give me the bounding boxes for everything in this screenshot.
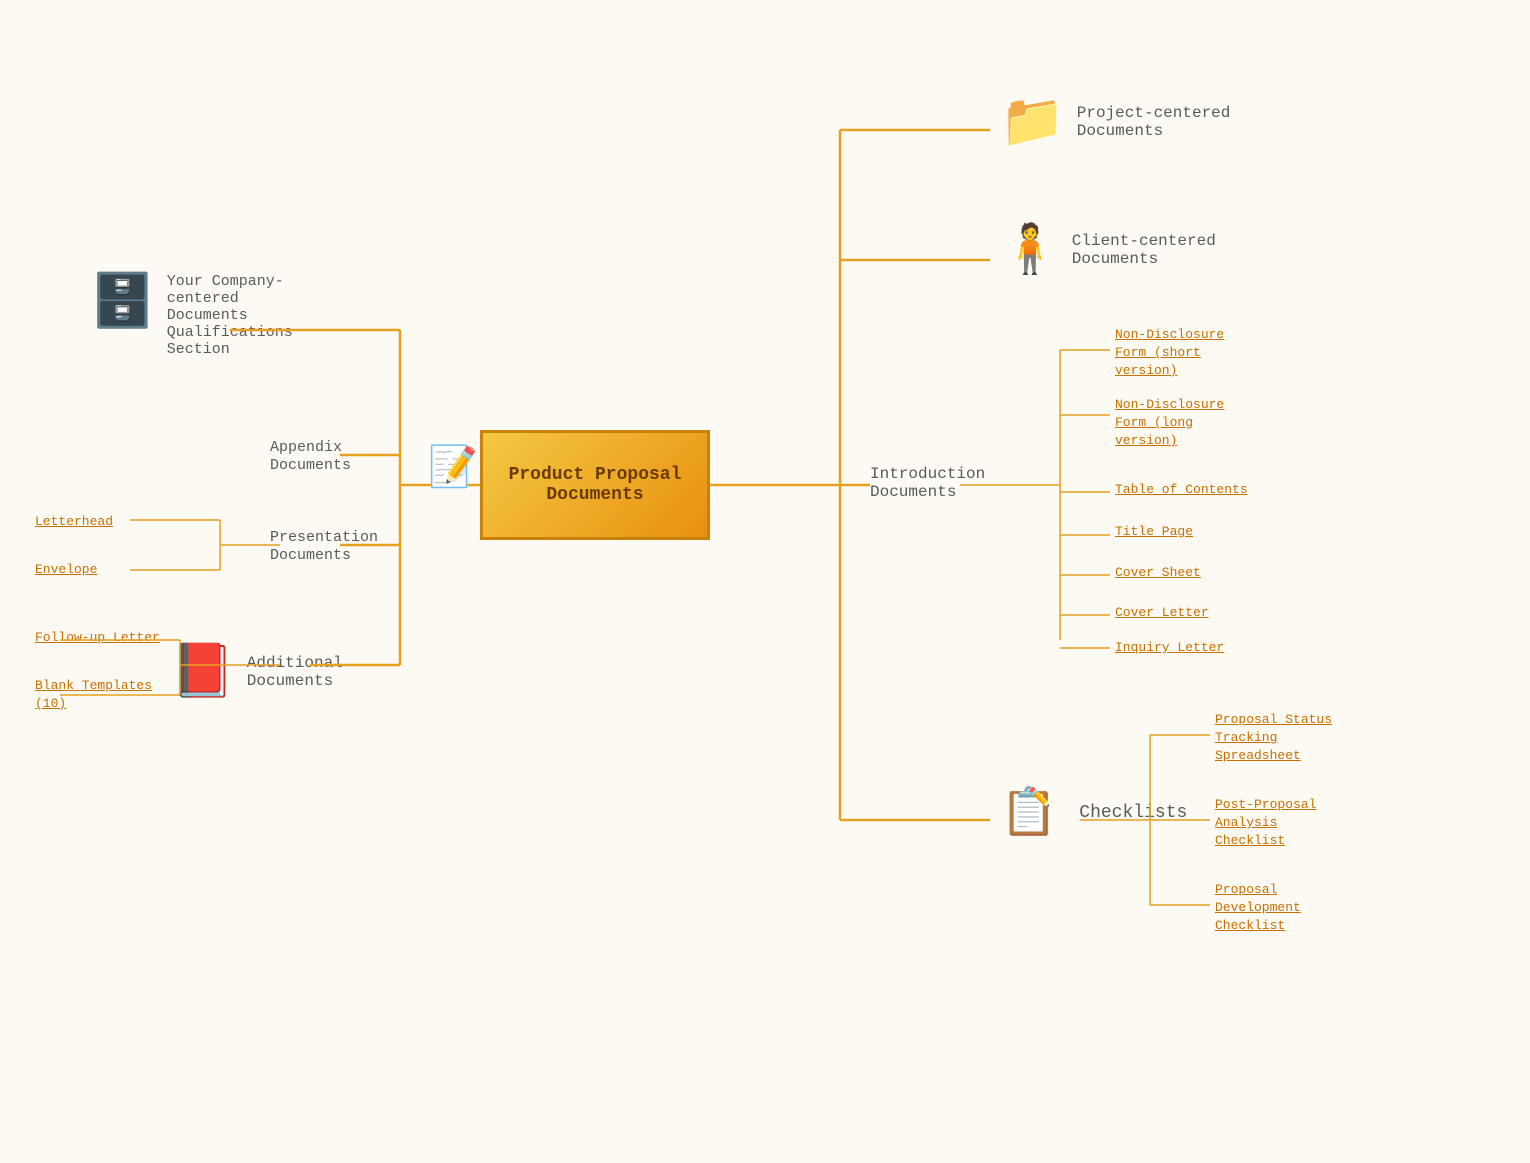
central-doc-icon: 📝 xyxy=(428,443,478,493)
diagram-container: 📝 Product Proposal Documents 📁 Project-c… xyxy=(0,0,1530,1163)
connector-lines xyxy=(0,0,1530,1163)
central-label: Product Proposal Documents xyxy=(509,465,682,505)
central-node: 📝 Product Proposal Documents xyxy=(480,430,710,540)
